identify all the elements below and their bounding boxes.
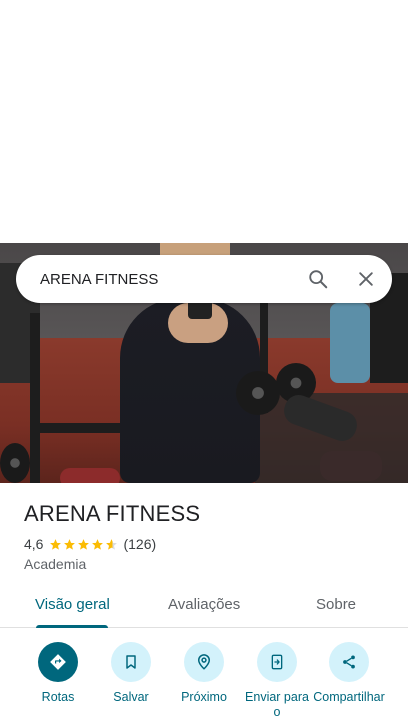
photo-legs — [330, 303, 370, 383]
bookmark-icon[interactable] — [111, 642, 151, 682]
rating-row[interactable]: 4,6 (126) — [24, 536, 156, 552]
rating-value: 4,6 — [24, 536, 44, 552]
directions-label: Rotas — [41, 690, 75, 704]
search-icon[interactable] — [296, 257, 340, 301]
send-to-phone-label: Enviar para o — [245, 690, 309, 719]
nearby-label: Próximo — [181, 690, 227, 704]
review-count[interactable]: (126) — [123, 536, 156, 552]
photo-rack — [30, 313, 40, 483]
star-icon — [50, 538, 62, 550]
save-button[interactable]: Salvar — [95, 642, 167, 705]
star-icon — [64, 538, 76, 550]
search-bar[interactable]: ARENA FITNESS — [16, 255, 392, 303]
share-icon[interactable] — [329, 642, 369, 682]
search-query[interactable]: ARENA FITNESS — [40, 271, 296, 288]
tab-overview[interactable]: Visão geral — [35, 596, 110, 613]
tab-bar: Visão geral Avaliações Sobre — [0, 590, 408, 628]
nearby-button[interactable]: Próximo — [168, 642, 240, 705]
photo-red-pad — [60, 468, 120, 483]
tab-about[interactable]: Sobre — [316, 596, 356, 613]
star-icon — [78, 538, 90, 550]
save-label: Salvar — [113, 690, 149, 704]
rating-stars — [49, 538, 119, 551]
send-to-phone-icon[interactable] — [257, 642, 297, 682]
photo-plate-2 — [236, 371, 280, 415]
place-category[interactable]: Academia — [24, 556, 86, 572]
share-button[interactable]: Compartilhar — [313, 642, 385, 705]
tab-indicator — [36, 625, 108, 628]
directions-button[interactable]: Rotas — [22, 642, 94, 705]
send-to-phone-button[interactable]: Enviar para o — [241, 642, 313, 720]
star-half-icon — [106, 538, 118, 550]
share-label: Compartilhar — [313, 690, 385, 704]
directions-icon[interactable] — [38, 642, 78, 682]
photo-bench-pad — [320, 451, 382, 481]
close-icon[interactable] — [344, 257, 388, 301]
place-name: ARENA FITNESS — [24, 501, 201, 526]
tab-reviews[interactable]: Avaliações — [168, 596, 240, 613]
star-icon — [92, 538, 104, 550]
nearby-icon[interactable] — [184, 642, 224, 682]
photo-plate — [0, 443, 30, 483]
